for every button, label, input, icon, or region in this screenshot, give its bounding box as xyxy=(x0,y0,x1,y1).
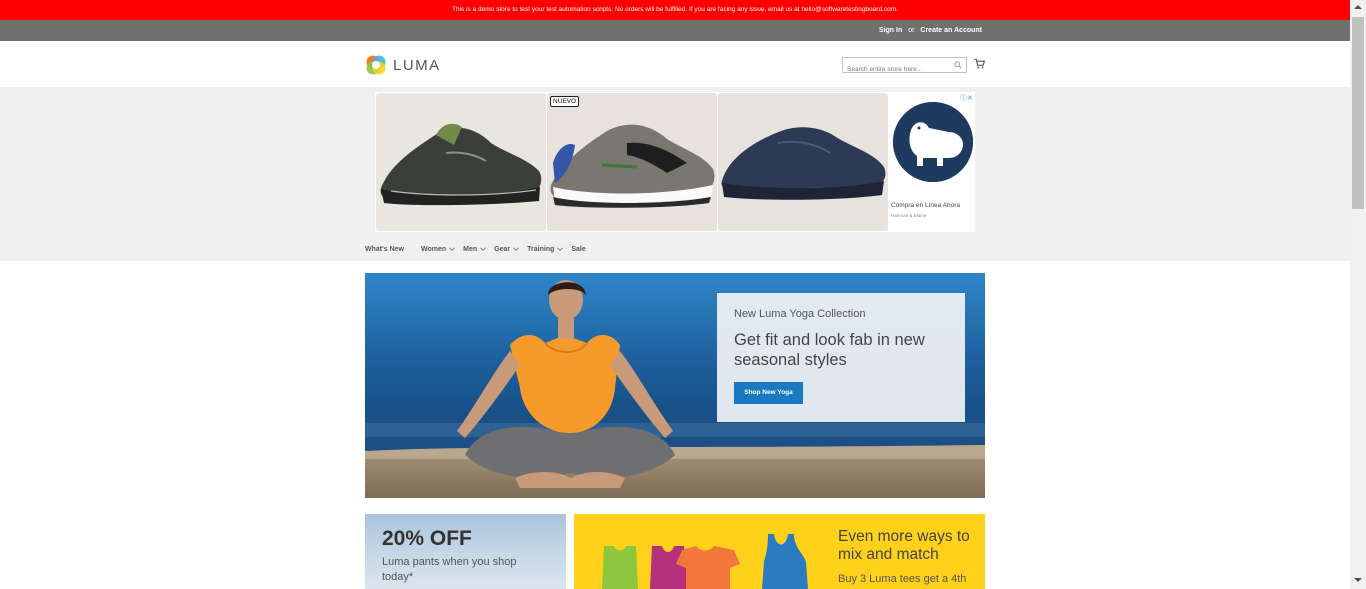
top-links-bar: Sign In or Create an Account xyxy=(0,20,1350,41)
nav-label: Men xyxy=(463,245,478,253)
chevron-down-icon xyxy=(557,247,564,251)
search-box[interactable] xyxy=(842,57,967,77)
ad-caption[interactable]: Compra en Línea Ahora xyxy=(891,202,960,209)
sign-in-link[interactable]: Sign In xyxy=(879,27,902,34)
ad-choices-icon[interactable]: ⓘ✕ xyxy=(960,93,973,103)
hero-banner[interactable]: New Luma Yoga Collection Get fit and loo… xyxy=(365,273,985,498)
promo-tees-headline: Even more ways to mix and match xyxy=(838,528,970,563)
nav-item-whats-new[interactable]: What's New xyxy=(365,243,404,255)
promo-pants-block[interactable]: 20% OFF Luma pants when you shop today* xyxy=(365,514,566,589)
promo-pants-sub: Luma pants when you shop today* xyxy=(382,556,517,583)
shoe-image-1 xyxy=(376,93,546,231)
cart-icon[interactable] xyxy=(974,58,985,69)
ad-banner[interactable]: NUEVO ⓘ✕ Compra en Línea Ahora Harmont &… xyxy=(375,92,975,232)
new-badge: NUEVO xyxy=(550,96,580,107)
scroll-down-arrow-icon[interactable] xyxy=(1354,578,1362,582)
promo-tees-sub: Buy 3 Luma tees get a 4th xyxy=(838,573,967,585)
ad-sub-caption: Harmont & Blaine xyxy=(891,213,927,218)
search-icon[interactable] xyxy=(954,61,962,69)
chevron-down-icon xyxy=(513,247,519,251)
nav-label: Gear xyxy=(494,245,511,253)
logo-text: LUMA xyxy=(393,56,441,74)
nav-label: What's New xyxy=(365,245,405,253)
scrollbar-thumb[interactable] xyxy=(1352,17,1364,209)
page-scrollbar[interactable] xyxy=(1350,0,1366,589)
promo-pants-headline: 20% OFF xyxy=(382,527,472,550)
nav-label: Sale xyxy=(571,245,586,253)
promo-tees-block[interactable]: Even more ways to mix and match Buy 3 Lu… xyxy=(574,514,985,589)
shop-new-yoga-button[interactable]: Shop New Yoga xyxy=(734,382,803,404)
ad-shoe-2[interactable]: NUEVO xyxy=(547,93,717,231)
create-account-link[interactable]: Create an Account xyxy=(920,27,982,34)
shoe-image-2 xyxy=(547,93,717,231)
nav-item-training[interactable]: Training xyxy=(527,243,564,255)
nav-item-sale[interactable]: Sale xyxy=(571,243,585,255)
main-nav: What's New Women Men Gear Training Sale xyxy=(365,243,602,255)
shoe-image-3 xyxy=(718,93,888,231)
ad-brand-panel[interactable]: ⓘ✕ Compra en Línea Ahora Harmont & Blain… xyxy=(889,92,975,232)
hero-kicker: New Luma Yoga Collection xyxy=(734,308,866,320)
brand-logo xyxy=(893,102,973,182)
chevron-down-icon xyxy=(449,247,455,251)
demo-notice-bar: This is a demo store to test your test a… xyxy=(0,0,1350,20)
ad-shoe-3[interactable] xyxy=(718,93,888,231)
nav-label: Women xyxy=(421,245,447,253)
site-header: LUMA xyxy=(0,41,1350,87)
chevron-down-icon xyxy=(480,247,486,251)
hero-title: Get fit and look fab in new seasonal sty… xyxy=(734,331,925,369)
luma-logo[interactable]: LUMA xyxy=(365,53,441,77)
nav-item-men[interactable]: Men xyxy=(463,243,486,255)
demo-notice-text: This is a demo store to test your test a… xyxy=(452,6,898,13)
search-input[interactable] xyxy=(843,62,951,77)
dachshund-icon xyxy=(893,102,973,182)
nav-label: Training xyxy=(527,245,555,253)
or-separator: or xyxy=(908,27,915,34)
nav-item-gear[interactable]: Gear xyxy=(494,243,519,255)
luma-logo-icon xyxy=(366,55,386,75)
hero-content-box: New Luma Yoga Collection Get fit and loo… xyxy=(717,293,965,422)
tees-image xyxy=(602,534,808,589)
scroll-up-arrow-icon[interactable] xyxy=(1354,5,1362,9)
ad-shoe-1[interactable] xyxy=(376,93,546,231)
nav-item-women[interactable]: Women xyxy=(421,243,455,255)
